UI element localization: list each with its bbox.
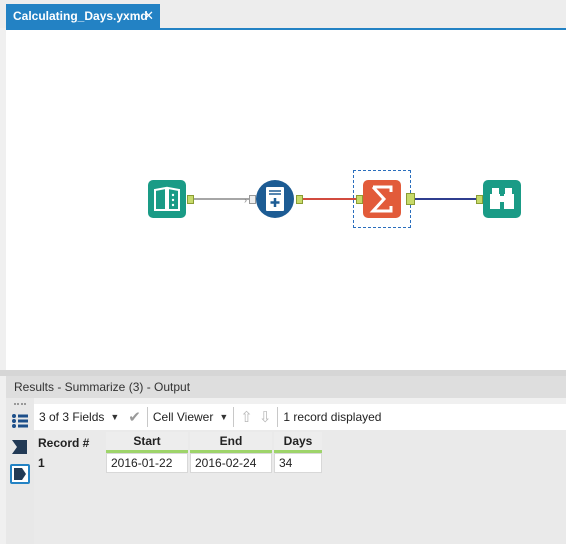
record-count-label: 1 record displayed: [283, 410, 382, 424]
formula-icon: [266, 187, 284, 211]
chevron-down-icon: ▼: [110, 412, 120, 422]
formula-tool[interactable]: [256, 180, 294, 218]
formula-output-anchor[interactable]: [296, 195, 303, 204]
fields-dropdown[interactable]: 3 of 3 Fields ▼: [34, 404, 124, 430]
column-header-end[interactable]: End: [190, 432, 272, 453]
close-tab-icon[interactable]: ✕: [143, 8, 154, 24]
formula-input-anchor[interactable]: [249, 195, 256, 204]
summarize-input-anchor[interactable]: [356, 195, 363, 204]
wire-arrow: ›: [244, 195, 247, 205]
column-header-record[interactable]: Record #: [36, 432, 104, 453]
grip-icon[interactable]: [14, 403, 26, 407]
workflow-tab[interactable]: Calculating_Days.yxmd ✕: [6, 4, 160, 28]
cell-end[interactable]: 2016-02-24: [190, 453, 272, 473]
cell-viewer-label: Cell Viewer: [152, 410, 214, 424]
arrow-down-icon[interactable]: ⇩: [259, 408, 278, 426]
input-anchor-icon[interactable]: [11, 438, 29, 456]
sigma-icon: [369, 185, 393, 213]
results-toolbar: 3 of 3 Fields ▼ ✔ Cell Viewer ▼ ⇧ ⇩ 1 re…: [34, 404, 566, 430]
browse-tool[interactable]: [483, 180, 521, 218]
list-view-icon[interactable]: [11, 412, 29, 430]
browse-input-anchor[interactable]: [476, 195, 483, 204]
output-anchor-icon[interactable]: [10, 464, 30, 484]
column-header-days[interactable]: Days: [274, 432, 322, 453]
workflow-canvas[interactable]: ›: [6, 30, 566, 370]
arrow-up-icon[interactable]: ⇧: [234, 408, 259, 426]
chevron-down-icon: ▼: [219, 412, 229, 422]
cell-start[interactable]: 2016-01-22: [106, 453, 188, 473]
cell-viewer-dropdown[interactable]: Cell Viewer ▼: [148, 404, 233, 430]
book-icon: [154, 186, 180, 211]
summarize-tool[interactable]: [363, 180, 401, 218]
input-tool[interactable]: [148, 180, 186, 218]
apply-check-icon[interactable]: ✔: [128, 408, 141, 426]
cell-days[interactable]: 34: [274, 453, 322, 473]
column-header-start[interactable]: Start: [106, 432, 188, 453]
table-row[interactable]: 1 2016-01-22 2016-02-24 34: [36, 453, 322, 473]
summarize-output-anchor[interactable]: [406, 193, 415, 205]
results-grid-area: Record # Start End Days 1 2016-01-22 201…: [34, 430, 566, 544]
workflow-tab-title: Calculating_Days.yxmd: [13, 9, 148, 23]
row-number: 1: [36, 453, 104, 473]
results-side-strip: [6, 398, 34, 544]
results-title: Results - Summarize (3) - Output: [14, 380, 191, 394]
record-count: 1 record displayed: [278, 404, 386, 430]
document-tab-bar: Calculating_Days.yxmd ✕: [0, 0, 566, 28]
results-header: Results - Summarize (3) - Output: [6, 376, 566, 398]
results-grid: Record # Start End Days 1 2016-01-22 201…: [34, 432, 324, 473]
fields-label: 3 of 3 Fields: [39, 410, 105, 424]
input-output-anchor[interactable]: [187, 195, 194, 204]
binoculars-icon: [490, 188, 514, 209]
